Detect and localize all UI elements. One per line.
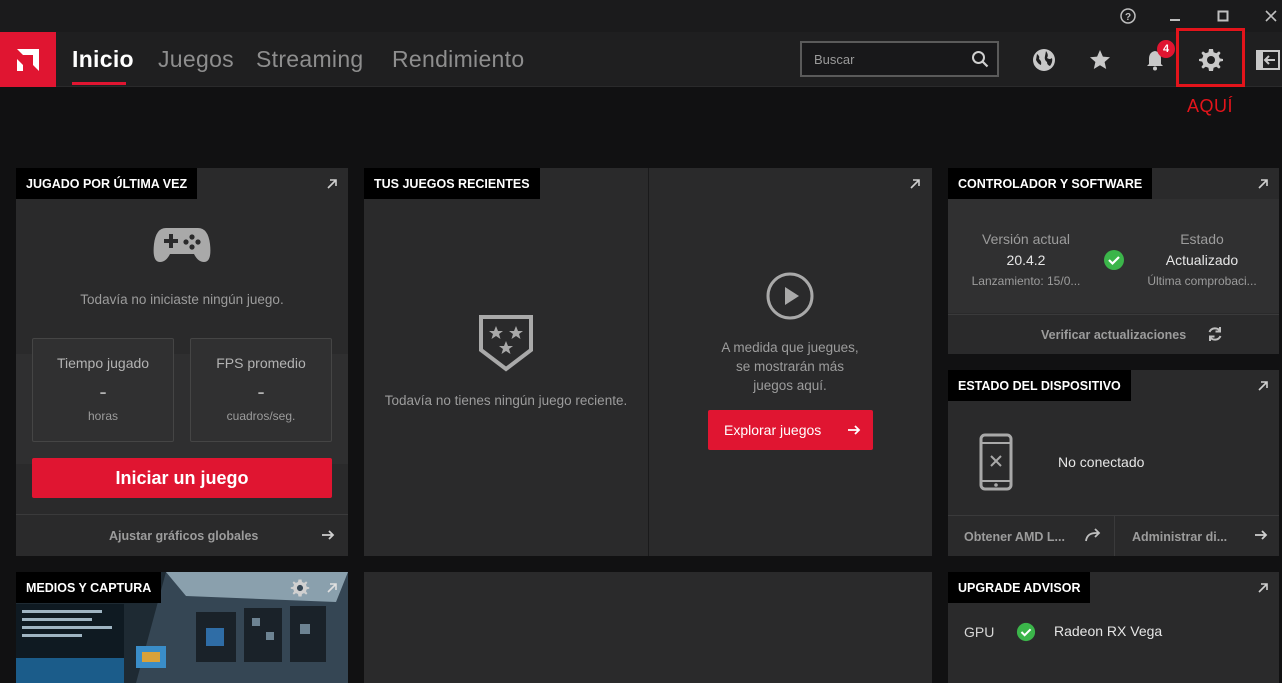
maximize-icon[interactable]: [1211, 4, 1235, 28]
explore-games-label: Explorar juegos: [724, 422, 822, 438]
search-input[interactable]: [814, 50, 964, 68]
empty-message: Todavía no tienes ningún juego reciente.: [384, 393, 628, 408]
time-played-unit: horas: [87, 409, 119, 423]
gpu-value: Radeon RX Vega: [1054, 623, 1163, 639]
start-game-button[interactable]: Iniciar un juego: [32, 458, 332, 498]
version-value: 20.4.2: [1006, 252, 1046, 268]
fps-value: -: [257, 379, 265, 404]
gear-icon[interactable]: [290, 578, 310, 603]
panel-title: UPGRADE ADVISOR: [948, 572, 1091, 603]
empty-panel: [364, 572, 932, 683]
time-played-card: Tiempo jugado - horas: [32, 338, 174, 442]
annotation-label: AQUÍ: [1187, 96, 1234, 116]
amd-logo-icon[interactable]: [0, 32, 56, 87]
title-bar: ?: [0, 0, 1282, 32]
panel-title: TUS JUEGOS RECIENTES: [364, 168, 540, 199]
adjust-graphics-link[interactable]: Ajustar gráficos globales: [16, 515, 348, 556]
expand-icon[interactable]: [1257, 379, 1271, 393]
check-circle-icon: [1103, 249, 1125, 276]
get-amd-link[interactable]: Obtener AMD L...: [948, 516, 1114, 556]
panel-title: MEDIOS Y CAPTURA: [16, 572, 162, 603]
manage-devices-link[interactable]: Administrar di...: [1115, 516, 1279, 556]
svg-text:?: ?: [1125, 12, 1131, 23]
media-capture-panel: MEDIOS Y CAPTURA: [16, 572, 348, 683]
globe-icon[interactable]: [1030, 46, 1058, 74]
help-circle-icon[interactable]: ?: [1116, 4, 1140, 28]
tab-inicio[interactable]: Inicio: [72, 46, 134, 73]
fps-label: FPS promedio: [216, 355, 306, 371]
tab-rendimiento[interactable]: Rendimiento: [392, 46, 524, 73]
promo-line: se mostrarán más: [735, 359, 845, 374]
expand-icon[interactable]: [1257, 581, 1271, 595]
time-played-value: -: [99, 379, 107, 404]
panel-title: CONTROLADOR Y SOFTWARE: [948, 168, 1153, 199]
arrow-right-icon: [1253, 527, 1269, 548]
last-played-panel: JUGADO POR ÚLTIMA VEZ Todavía no inicias…: [16, 168, 348, 556]
empty-message: Todavía no iniciaste ningún juego.: [80, 292, 284, 307]
recent-games-panel: TUS JUEGOS RECIENTES Todavía no tienes n…: [364, 168, 932, 556]
device-status-text: No conectado: [1058, 454, 1145, 470]
minimize-icon[interactable]: [1163, 4, 1187, 28]
last-check: Última comprobaci...: [1147, 274, 1257, 288]
panel-title: ESTADO DEL DISPOSITIVO: [948, 370, 1131, 401]
expand-icon[interactable]: [1257, 177, 1271, 191]
search-box: [800, 41, 999, 77]
promo-line: A medida que juegues,: [721, 340, 859, 355]
search-icon[interactable]: [971, 50, 989, 73]
gpu-label: GPU: [964, 624, 995, 640]
badge-stars-icon: [478, 314, 534, 377]
arrow-right-icon: [846, 422, 862, 443]
close-icon[interactable]: [1259, 4, 1282, 28]
time-played-label: Tiempo jugado: [56, 355, 150, 371]
gamepad-icon: [152, 222, 212, 271]
promo-text: A medida que juegues, se mostrarán más j…: [648, 338, 932, 395]
star-icon[interactable]: [1086, 46, 1114, 74]
upgrade-advisor-panel: UPGRADE ADVISOR GPU Radeon RX Vega: [948, 572, 1279, 683]
release-date: Lanzamiento: 15/0...: [971, 274, 1081, 288]
top-navigation: Inicio Juegos Streaming Rendimiento 4: [0, 32, 1282, 87]
check-updates-label: Verificar actualizaciones: [1041, 328, 1187, 342]
expand-icon[interactable]: [326, 581, 340, 595]
driver-panel: CONTROLADOR Y SOFTWARE Versión actual 20…: [948, 168, 1279, 354]
panel-title: JUGADO POR ÚLTIMA VEZ: [16, 168, 198, 199]
play-circle-icon: [766, 272, 814, 325]
notification-badge: 4: [1157, 40, 1175, 58]
settings-highlight-box: [1176, 28, 1245, 87]
refresh-icon: [1206, 325, 1224, 348]
promo-line: juegos aquí.: [753, 378, 827, 393]
check-circle-icon: [1016, 622, 1036, 647]
expand-icon[interactable]: [909, 177, 923, 191]
adjust-graphics-label: Ajustar gráficos globales: [109, 529, 259, 543]
status-value: Actualizado: [1165, 252, 1239, 268]
active-tab-indicator: [72, 82, 126, 85]
tab-streaming[interactable]: Streaming: [256, 46, 364, 73]
arrow-right-icon: [320, 527, 336, 548]
version-label: Versión actual: [982, 231, 1070, 247]
expand-icon[interactable]: [326, 177, 340, 191]
fps-card: FPS promedio - cuadros/seg.: [190, 338, 332, 442]
check-updates-link[interactable]: Verificar actualizaciones: [948, 315, 1279, 354]
manage-devices-label: Administrar di...: [1132, 530, 1228, 544]
get-amd-label: Obtener AMD L...: [964, 530, 1065, 544]
phone-icon: [979, 433, 1013, 496]
explore-games-button[interactable]: Explorar juegos: [708, 410, 873, 450]
sidebar-toggle-icon[interactable]: [1254, 46, 1282, 74]
status-label: Estado: [1180, 231, 1224, 247]
device-status-panel: ESTADO DEL DISPOSITIVO No conectado Obte…: [948, 370, 1279, 556]
tab-juegos[interactable]: Juegos: [158, 46, 234, 73]
fps-unit: cuadros/seg.: [226, 409, 296, 423]
share-arrow-icon: [1084, 527, 1102, 548]
